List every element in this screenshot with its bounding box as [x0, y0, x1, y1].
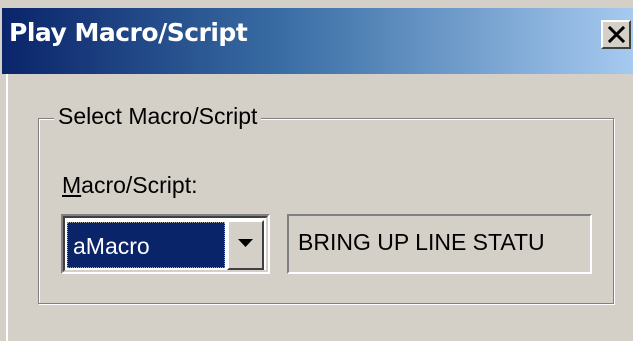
close-button[interactable] [601, 20, 631, 49]
dropdown-frame: aMacro [63, 216, 268, 272]
window-title: Play Macro/Script [9, 18, 248, 47]
macro-script-dropdown[interactable]: aMacro [61, 214, 270, 274]
macro-description-text: BRING UP LINE STATU [298, 229, 545, 255]
dropdown-arrow-icon [238, 239, 253, 247]
macro-script-label: Macro/Script: [62, 172, 198, 199]
close-icon [608, 26, 625, 43]
groupbox-label: Select Macro/Script [54, 103, 262, 130]
select-macro-groupbox [38, 118, 614, 304]
dropdown-button[interactable] [227, 220, 264, 270]
macro-script-label-text: acro/Script: [81, 172, 198, 198]
macro-script-label-mnemonic: M [62, 172, 82, 198]
dropdown-selected-value[interactable]: aMacro [67, 222, 225, 268]
macro-description-field: BRING UP LINE STATU [287, 214, 592, 274]
